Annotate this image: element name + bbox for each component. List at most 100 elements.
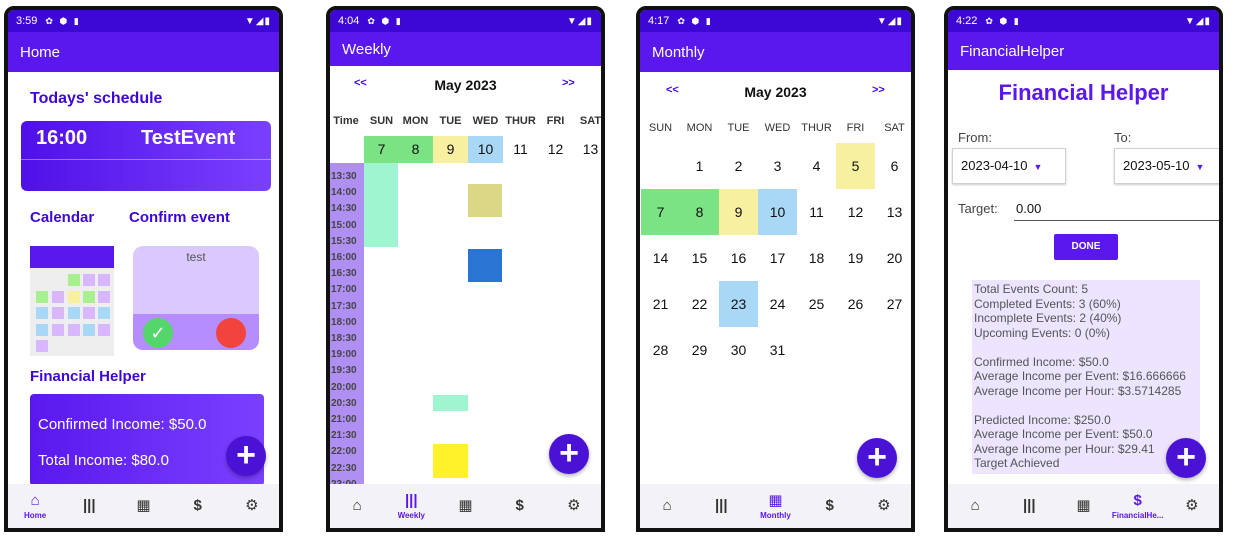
day-cell[interactable]: 18 (797, 235, 836, 281)
done-button[interactable]: DONE (1054, 234, 1118, 260)
stat-incomplete: Incomplete Events: 2 (40%) (974, 311, 1122, 325)
nav-financial[interactable]: $ (172, 498, 224, 514)
stat-avg-event-confirmed: Average Income per Event: $16.666666 (974, 369, 1186, 383)
time-label: 19:30 (331, 365, 357, 377)
day-cell[interactable]: 9 (719, 189, 758, 235)
nav-weekly[interactable]: ||| (63, 498, 115, 514)
week-date[interactable]: 13 (573, 136, 601, 163)
day-cell[interactable]: 22 (680, 281, 719, 327)
home-icon: ⌂ (970, 497, 980, 514)
nav-monthly[interactable]: ▦ (117, 498, 169, 514)
nav-settings[interactable]: ⚙ (1166, 498, 1218, 514)
day-cell[interactable]: 19 (836, 235, 875, 281)
nav-settings[interactable]: ⚙ (858, 498, 910, 514)
day-cell[interactable]: 30 (719, 327, 758, 373)
weekday-label: SUN (369, 115, 394, 127)
week-date[interactable]: 10 (468, 136, 503, 163)
nav-settings[interactable]: ⚙ (548, 498, 600, 514)
schedule-card[interactable]: 16:00 TestEvent (21, 121, 271, 191)
week-date[interactable]: 7 (364, 136, 399, 163)
day-cell[interactable]: 27 (875, 281, 911, 327)
schedule-time: 16:00 (36, 127, 88, 149)
day-cell[interactable]: 13 (875, 189, 911, 235)
day-cell[interactable]: 11 (797, 189, 836, 235)
nav-weekly[interactable]: ||| (1003, 498, 1055, 514)
day-cell[interactable]: 15 (680, 235, 719, 281)
day-cell[interactable]: 16 (719, 235, 758, 281)
week-date[interactable]: 9 (433, 136, 468, 163)
day-cell[interactable]: 10 (758, 189, 797, 235)
nav-monthly[interactable]: ▦ (439, 498, 491, 514)
day-cell[interactable]: 25 (797, 281, 836, 327)
day-cell[interactable]: 3 (758, 143, 797, 189)
day-cell[interactable]: 7 (641, 189, 680, 235)
nav-weekly[interactable]: ||| (695, 498, 747, 514)
day-cell[interactable]: 21 (641, 281, 680, 327)
event-block[interactable] (468, 249, 502, 282)
from-date-value: 2023-04-10 (961, 158, 1028, 173)
day-cell[interactable]: 5 (836, 143, 875, 189)
next-week-button[interactable]: >> (562, 77, 575, 89)
nav-settings[interactable]: ⚙ (226, 498, 278, 514)
day-cell[interactable]: 4 (797, 143, 836, 189)
week-date[interactable]: 12 (538, 136, 573, 163)
event-block[interactable] (364, 163, 398, 247)
day-cell[interactable]: 6 (875, 143, 911, 189)
day-cell[interactable]: 23 (719, 281, 758, 327)
prev-week-button[interactable]: << (354, 77, 367, 89)
page-title: FinancialHelper (960, 42, 1065, 60)
nav-weekly[interactable]: ||| Weekly (385, 492, 437, 520)
nav-home[interactable]: ⌂ (949, 498, 1001, 514)
nav-monthly[interactable]: ▦ Monthly (749, 492, 801, 520)
from-date-dropdown[interactable]: 2023-04-10 ▼ (952, 148, 1066, 184)
event-block[interactable] (433, 395, 468, 411)
stat-predicted-income: Predicted Income: $250.0 (974, 412, 1111, 427)
nav-financial[interactable]: $ (494, 498, 546, 514)
day-cell[interactable]: 12 (836, 189, 875, 235)
day-cell[interactable]: 8 (680, 189, 719, 235)
nav-home[interactable]: ⌂ (641, 498, 693, 514)
add-event-button[interactable]: + (1166, 438, 1206, 478)
day-cell[interactable]: 17 (758, 235, 797, 281)
day-cell[interactable]: 2 (719, 143, 758, 189)
stat-target-status: Target Achieved (974, 456, 1060, 470)
day-cell[interactable]: 24 (758, 281, 797, 327)
add-event-button[interactable]: + (857, 438, 897, 478)
prev-month-button[interactable]: << (666, 84, 679, 96)
day-cell[interactable]: 31 (758, 327, 797, 373)
week-date[interactable]: 8 (398, 136, 433, 163)
day-cell[interactable]: 14 (641, 235, 680, 281)
day-cell[interactable]: 28 (641, 327, 680, 373)
time-column: 13:30 14:00 14:30 15:00 15:30 16:00 16:30 17:00… (330, 163, 364, 493)
calendar-cell (36, 307, 48, 319)
nav-home[interactable]: ⌂ (331, 498, 383, 514)
to-date-dropdown[interactable]: 2023-05-10 ▼ (1114, 148, 1219, 184)
day-cell[interactable]: 29 (680, 327, 719, 373)
calendar-shortcut[interactable] (30, 246, 114, 356)
nav-financial[interactable]: $ (804, 498, 856, 514)
status-time: 4:04 (338, 15, 360, 27)
nav-monthly[interactable]: ▦ (1057, 498, 1109, 514)
calendar-label: Calendar (30, 209, 95, 226)
week-date[interactable]: 11 (503, 136, 538, 163)
day-cell[interactable]: 26 (836, 281, 875, 327)
calendar-cell (98, 324, 110, 336)
nav-financial[interactable]: $ FinancialHe... (1111, 492, 1164, 520)
target-input[interactable]: 0.00 (1014, 201, 1219, 221)
add-event-button[interactable]: + (226, 436, 266, 476)
stat-completed: Completed Events: 3 (60%) (974, 296, 1121, 311)
nav-financial-label: FinancialHe... (1111, 510, 1164, 520)
day-cell[interactable]: 1 (680, 143, 719, 189)
income-card[interactable]: Confirmed Income: $50.0 Total Income: $8… (30, 394, 264, 486)
nav-home[interactable]: ⌂ Home (9, 492, 61, 520)
confirm-event-card[interactable]: test ✓ (133, 246, 259, 350)
next-month-button[interactable]: >> (872, 84, 885, 96)
check-icon[interactable]: ✓ (143, 318, 173, 348)
add-event-button[interactable]: + (549, 434, 589, 474)
event-block[interactable] (433, 444, 468, 478)
page-title: Weekly (342, 40, 391, 58)
event-block[interactable] (468, 184, 502, 217)
reject-icon[interactable] (216, 318, 246, 348)
day-cell[interactable]: 20 (875, 235, 911, 281)
to-date-value: 2023-05-10 (1123, 158, 1190, 173)
